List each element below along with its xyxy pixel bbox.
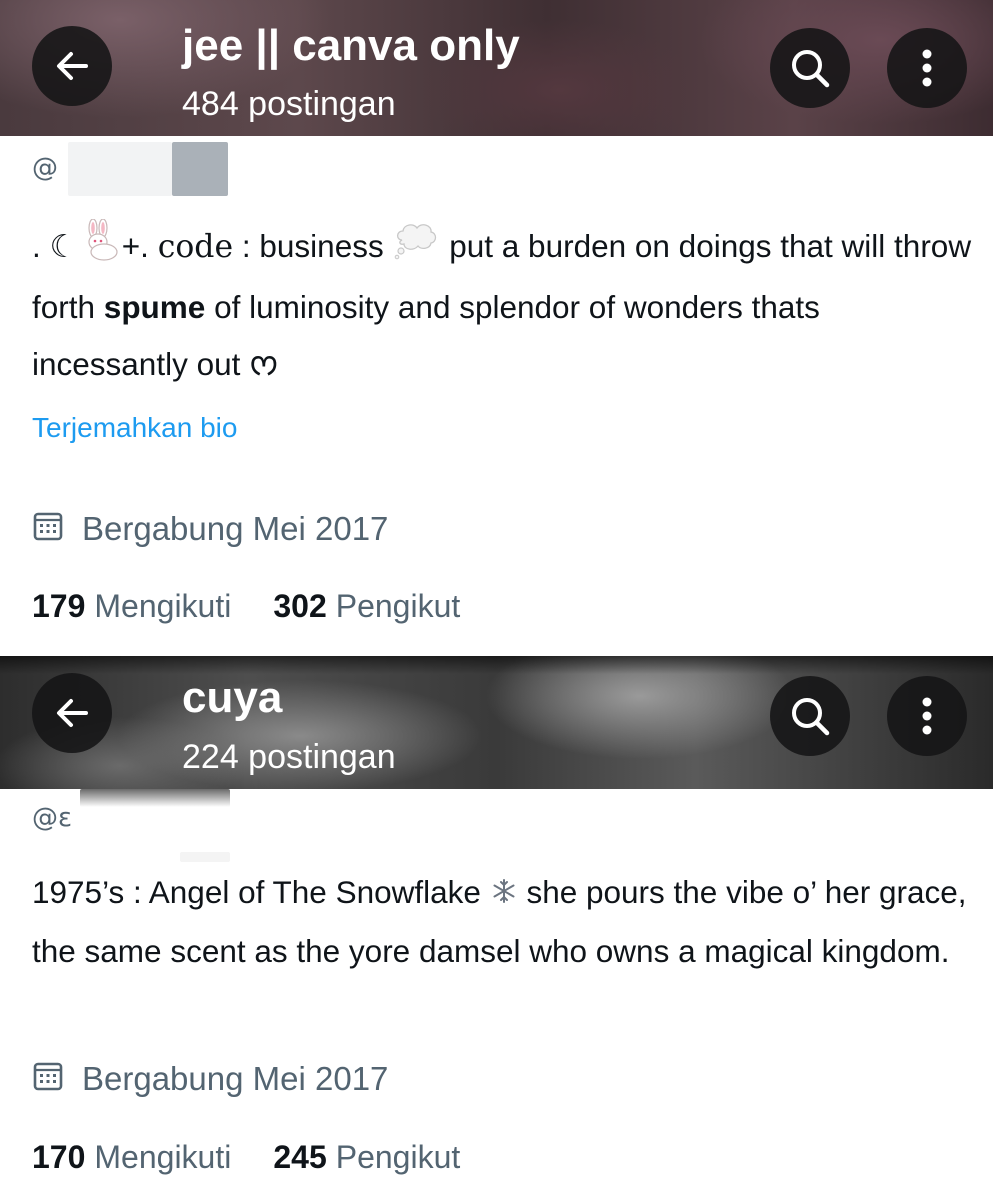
search-icon bbox=[788, 46, 832, 90]
joined-date: Bergabung Mei 2017 bbox=[32, 1060, 388, 1097]
following-link[interactable]: 170 Mengikuti bbox=[32, 1141, 231, 1173]
more-button[interactable] bbox=[887, 28, 967, 108]
redacted-blur bbox=[180, 852, 230, 862]
calendar-icon bbox=[32, 1060, 64, 1097]
arrow-left-icon bbox=[52, 693, 92, 733]
redacted-handle-blur bbox=[68, 142, 172, 196]
bio-code-word: code bbox=[157, 229, 234, 265]
bio-end-symbol: ᰔ bbox=[249, 345, 279, 382]
following-label: Mengikuti bbox=[94, 1139, 232, 1175]
moon-symbol: ☾ bbox=[49, 228, 78, 264]
rabbit-icon bbox=[78, 218, 122, 279]
profile-name: jee || canva only bbox=[182, 21, 520, 70]
followers-count: 302 bbox=[273, 588, 327, 624]
followers-label: Pengikut bbox=[335, 588, 461, 624]
redacted-handle-block bbox=[172, 142, 228, 196]
followers-link[interactable]: 302 Pengikut bbox=[273, 590, 460, 622]
following-link[interactable]: 179 Mengikuti bbox=[32, 590, 231, 622]
bio-text: : business bbox=[241, 228, 384, 264]
calendar-icon bbox=[32, 510, 64, 547]
followers-link[interactable]: 245 Pengikut bbox=[273, 1141, 460, 1173]
profile-name: cuya bbox=[182, 673, 283, 722]
more-vertical-icon bbox=[921, 48, 933, 88]
search-icon bbox=[788, 694, 832, 738]
bio-text: . bbox=[32, 228, 41, 264]
profile-bio: . ☾ +. code : business put a burden on do… bbox=[32, 218, 972, 393]
post-count: 484 postingan bbox=[182, 85, 396, 123]
more-button[interactable] bbox=[887, 676, 967, 756]
bio-bold-word: spume bbox=[103, 288, 206, 325]
back-button[interactable] bbox=[32, 673, 112, 753]
thought-bubble-icon bbox=[392, 220, 440, 278]
snowflake-icon bbox=[490, 866, 518, 923]
back-button[interactable] bbox=[32, 26, 112, 106]
profile-handle: @ε bbox=[32, 790, 72, 846]
more-vertical-icon bbox=[921, 696, 933, 736]
followers-count: 245 bbox=[273, 1139, 327, 1175]
joined-date: Bergabung Mei 2017 bbox=[32, 510, 388, 547]
arrow-left-icon bbox=[52, 46, 92, 86]
profile-header-banner: jee || canva only 484 postingan bbox=[0, 0, 993, 136]
follow-stats: 170 Mengikuti 245 Pengikut bbox=[32, 1141, 460, 1173]
handle-text: @ bbox=[32, 153, 58, 183]
translate-bio-link[interactable]: Terjemahkan bio bbox=[32, 414, 237, 442]
post-count: 224 postingan bbox=[182, 738, 396, 776]
handle-text: @ε bbox=[32, 803, 73, 833]
search-button[interactable] bbox=[770, 676, 850, 756]
follow-stats: 179 Mengikuti 302 Pengikut bbox=[32, 590, 460, 622]
redacted-handle-blur bbox=[80, 789, 230, 807]
joined-date-text: Bergabung Mei 2017 bbox=[82, 1060, 389, 1097]
bio-text: +. bbox=[121, 228, 149, 264]
profile-bio: 1975’s : Angel of The Snowflake she pour… bbox=[32, 864, 972, 980]
search-button[interactable] bbox=[770, 28, 850, 108]
following-count: 179 bbox=[32, 588, 86, 624]
following-label: Mengikuti bbox=[94, 588, 232, 624]
profile-header-banner: cuya 224 postingan bbox=[0, 656, 993, 789]
profile-handle: @ bbox=[32, 140, 58, 196]
following-count: 170 bbox=[32, 1139, 86, 1175]
bio-text: 1975’s : Angel of The Snowflake bbox=[32, 874, 481, 910]
followers-label: Pengikut bbox=[335, 1139, 461, 1175]
joined-date-text: Bergabung Mei 2017 bbox=[82, 510, 389, 547]
